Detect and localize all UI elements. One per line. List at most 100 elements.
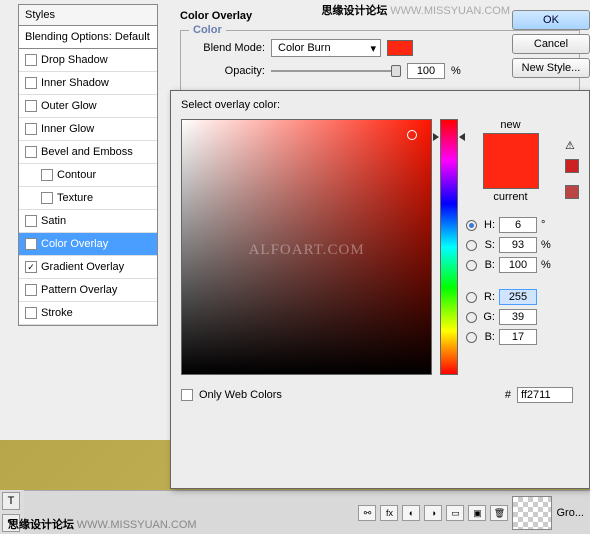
opacity-label: Opacity: (193, 65, 265, 77)
style-item-inner-shadow[interactable]: Inner Shadow (19, 72, 157, 95)
s-radio[interactable] (466, 240, 477, 251)
styles-panel: Styles Blending Options: Default Drop Sh… (18, 4, 158, 326)
s-unit: % (541, 239, 555, 251)
adjustment-icon[interactable]: ◑ (424, 505, 442, 521)
h-label: H: (481, 219, 495, 231)
style-checkbox[interactable] (25, 100, 37, 112)
style-item-contour[interactable]: Contour (19, 164, 157, 187)
style-checkbox[interactable]: ✓ (25, 238, 37, 250)
s-label: S: (481, 239, 495, 251)
hex-label: # (505, 389, 511, 401)
fieldset-legend: Color (189, 24, 226, 36)
style-checkbox[interactable] (41, 169, 53, 181)
new-style-button[interactable]: New Style... (512, 58, 590, 78)
new-layer-icon[interactable]: ▣ (468, 505, 486, 521)
mask-icon[interactable]: ◐ (402, 505, 420, 521)
new-label: new (500, 119, 520, 131)
style-item-stroke[interactable]: Stroke (19, 302, 157, 325)
hue-arrow[interactable] (459, 133, 465, 141)
g-label: G: (481, 311, 495, 323)
style-item-bevel-and-emboss[interactable]: Bevel and Emboss (19, 141, 157, 164)
type-tool-icon[interactable]: T (2, 492, 20, 510)
watermark-center: ALFOART.COM (182, 242, 431, 259)
watermark-top: 思缘设计论坛 WWW.MISSYUAN.COM (321, 2, 510, 18)
color-cursor[interactable] (407, 130, 417, 140)
blending-options[interactable]: Blending Options: Default (19, 26, 157, 49)
style-label: Contour (57, 169, 96, 181)
style-label: Color Overlay (41, 238, 108, 250)
g-radio[interactable] (466, 312, 477, 323)
style-label: Inner Shadow (41, 77, 109, 89)
style-label: Stroke (41, 307, 73, 319)
h-radio[interactable] (466, 220, 477, 231)
fx-icon[interactable]: fx (380, 505, 398, 521)
style-label: Inner Glow (41, 123, 94, 135)
r-radio[interactable] (466, 292, 477, 303)
b2-radio[interactable] (466, 332, 477, 343)
blend-mode-label: Blend Mode: (193, 42, 265, 54)
layer-name[interactable]: Gro... (556, 507, 584, 519)
r-input[interactable]: 255 (499, 289, 537, 305)
color-field[interactable]: ALFOART.COM (181, 119, 432, 375)
gamut-warning-icon[interactable]: ⚠ (565, 139, 579, 153)
dialog-buttons: OK Cancel New Style... (512, 10, 590, 78)
b2-label: B: (481, 331, 495, 343)
b-input[interactable]: 100 (499, 257, 537, 273)
ok-button[interactable]: OK (512, 10, 590, 30)
style-item-texture[interactable]: Texture (19, 187, 157, 210)
opacity-slider[interactable] (271, 63, 401, 79)
h-input[interactable]: 6 (499, 217, 537, 233)
picker-title: Select overlay color: (181, 99, 579, 111)
only-web-checkbox[interactable] (181, 389, 193, 401)
style-item-pattern-overlay[interactable]: Pattern Overlay (19, 279, 157, 302)
s-input[interactable]: 93 (499, 237, 537, 253)
b-radio[interactable] (466, 260, 477, 271)
style-label: Texture (57, 192, 93, 204)
g-input[interactable]: 39 (499, 309, 537, 325)
h-unit: ° (541, 219, 555, 231)
folder-icon[interactable]: ▭ (446, 505, 464, 521)
style-checkbox[interactable] (25, 123, 37, 135)
style-checkbox[interactable]: ✓ (25, 261, 37, 273)
style-checkbox[interactable] (25, 77, 37, 89)
style-label: Gradient Overlay (41, 261, 124, 273)
style-checkbox[interactable] (25, 146, 37, 158)
hue-arrow[interactable] (433, 133, 439, 141)
style-item-inner-glow[interactable]: Inner Glow (19, 118, 157, 141)
hex-input[interactable]: ff2711 (517, 387, 573, 403)
style-checkbox[interactable] (41, 192, 53, 204)
b-unit: % (541, 259, 555, 271)
style-label: Bevel and Emboss (41, 146, 133, 158)
style-item-satin[interactable]: Satin (19, 210, 157, 233)
style-item-outer-glow[interactable]: Outer Glow (19, 95, 157, 118)
styles-header[interactable]: Styles (19, 5, 157, 26)
style-label: Pattern Overlay (41, 284, 117, 296)
style-item-gradient-overlay[interactable]: ✓ Gradient Overlay (19, 256, 157, 279)
style-checkbox[interactable] (25, 284, 37, 296)
color-preview[interactable] (483, 133, 539, 189)
opacity-input[interactable]: 100 (407, 63, 445, 79)
opacity-unit: % (451, 65, 461, 77)
color-swatch[interactable] (387, 40, 413, 56)
layer-thumb[interactable] (512, 496, 552, 530)
websafe-icon[interactable] (565, 185, 579, 199)
style-label: Outer Glow (41, 100, 97, 112)
style-checkbox[interactable] (25, 215, 37, 227)
trash-icon[interactable]: 🗑 (490, 505, 508, 521)
blend-mode-select[interactable]: Color Burn (271, 39, 381, 57)
hue-slider[interactable] (440, 119, 458, 375)
watermark-bottom: 思缘设计论坛 WWW.MISSYUAN.COM (8, 516, 197, 532)
r-label: R: (481, 291, 495, 303)
style-checkbox[interactable] (25, 307, 37, 319)
b-label: B: (481, 259, 495, 271)
style-item-drop-shadow[interactable]: Drop Shadow (19, 49, 157, 72)
color-fields: H: 6 ° S: 93% B: 100% R: 255 G: 39 B: 17 (466, 217, 555, 345)
style-item-color-overlay[interactable]: ✓ Color Overlay (19, 233, 157, 256)
gamut-swatch[interactable] (565, 159, 579, 173)
b2-input[interactable]: 17 (499, 329, 537, 345)
cancel-button[interactable]: Cancel (512, 34, 590, 54)
link-icon[interactable]: ⚯ (358, 505, 376, 521)
style-checkbox[interactable] (25, 54, 37, 66)
current-label: current (493, 191, 527, 203)
style-label: Drop Shadow (41, 54, 108, 66)
